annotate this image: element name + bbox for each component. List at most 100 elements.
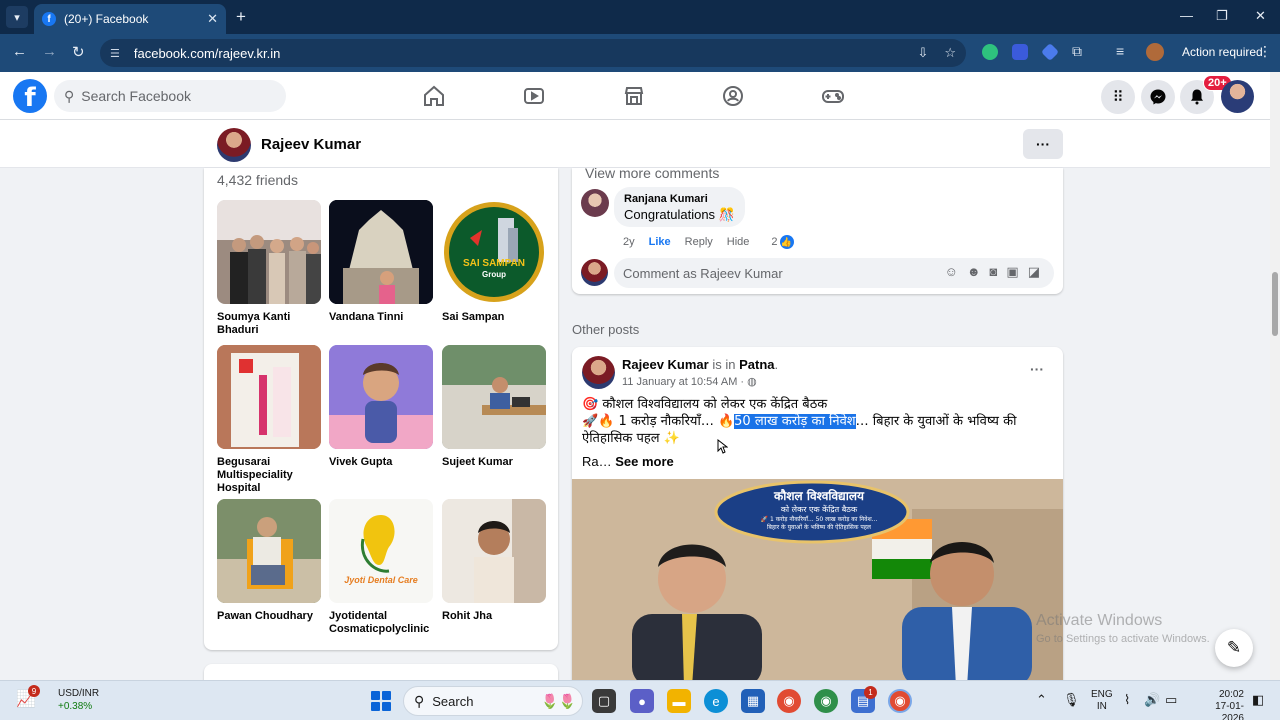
friend-name[interactable]: Sujeet Kumar xyxy=(442,456,546,469)
comment-reply-button[interactable]: Reply xyxy=(685,236,713,248)
new-message-compose-icon[interactable]: ✎ xyxy=(1215,629,1253,667)
profile-name[interactable]: Rajeev Kumar xyxy=(261,136,361,153)
friend-photo[interactable] xyxy=(217,499,321,603)
scrollbar-thumb[interactable] xyxy=(1272,272,1278,336)
friend-photo[interactable] xyxy=(329,345,433,449)
browser-tab-facebook[interactable]: f (20+) Facebook ✕ xyxy=(34,4,226,34)
facebook-search[interactable]: ⚲ xyxy=(54,80,286,112)
friend-tile[interactable]: Sujeet Kumar xyxy=(442,345,546,469)
comment-like-button[interactable]: Like xyxy=(649,236,671,248)
site-info-icon[interactable]: ☰ xyxy=(110,47,120,60)
file-explorer-icon[interactable]: ▬ xyxy=(667,689,691,713)
friend-photo[interactable] xyxy=(217,200,321,304)
volume-icon[interactable]: 🔊 xyxy=(1144,692,1160,708)
windows-start-icon[interactable] xyxy=(371,691,391,711)
comment-author[interactable]: Ranjana Kumari xyxy=(624,193,735,205)
gif-icon[interactable]: ▣ xyxy=(1006,264,1018,280)
friend-tile[interactable]: Rohit Jha xyxy=(442,499,546,623)
post-image[interactable]: कौशल विश्वविद्यालय को लेकर एक केंद्रित ब… xyxy=(572,479,1063,687)
edge-browser-icon[interactable]: e xyxy=(704,689,728,713)
commenter-avatar[interactable] xyxy=(581,189,609,217)
profile-more-button[interactable]: ··· xyxy=(1023,129,1063,159)
facebook-logo-icon[interactable]: f xyxy=(13,79,47,113)
window-close-icon[interactable]: ✕ xyxy=(1255,8,1266,24)
microphone-icon[interactable]: 🎙 xyxy=(1063,692,1080,708)
taskbar-search[interactable]: ⚲ Search 🌷🌷 xyxy=(403,686,583,716)
friend-tile[interactable]: Vivek Gupta xyxy=(329,345,433,469)
facebook-search-input[interactable] xyxy=(81,88,272,104)
show-hidden-icons-chevron-icon[interactable]: ⌃ xyxy=(1036,692,1047,708)
stock-widget[interactable]: 📈 9 USD/INR +0.38% xyxy=(16,685,99,713)
friend-photo[interactable] xyxy=(329,200,433,304)
sticker-icon[interactable]: ◪ xyxy=(1028,264,1040,280)
friend-photo[interactable] xyxy=(442,499,546,603)
extension-chat-icon[interactable] xyxy=(982,44,998,60)
profile-avatar[interactable] xyxy=(217,128,251,162)
marketplace-nav-icon[interactable] xyxy=(622,84,646,108)
friend-tile[interactable]: Begusarai Multispeciality Hospital xyxy=(217,345,321,495)
friend-name[interactable]: Jyotidental Cosmaticpolyclinic xyxy=(329,610,433,636)
friend-name[interactable]: Vivek Gupta xyxy=(329,456,433,469)
friend-name[interactable]: Begusarai Multispeciality Hospital xyxy=(217,456,321,495)
friend-tile[interactable]: Pawan Choudhary xyxy=(217,499,321,623)
emoji-icon[interactable]: ☻ xyxy=(967,264,981,280)
gaming-nav-icon[interactable] xyxy=(821,84,845,108)
friend-tile[interactable]: Jyotidental Cosmaticpolyclinic xyxy=(329,499,433,636)
action-required-button[interactable]: Action required xyxy=(1174,40,1271,64)
comment-reactions[interactable]: 2 👍 xyxy=(771,235,794,249)
active-chrome-icon[interactable]: ◉ xyxy=(888,689,912,713)
post-author[interactable]: Rajeev Kumar xyxy=(622,357,709,372)
bookmark-star-icon[interactable]: ☆ xyxy=(944,45,956,61)
friend-photo[interactable] xyxy=(442,200,546,304)
new-tab-plus-icon[interactable]: + xyxy=(236,8,246,26)
task-view-icon[interactable]: ▢ xyxy=(592,689,616,713)
friend-name[interactable]: Soumya Kanti Bhaduri xyxy=(217,311,321,337)
post-location[interactable]: Patna xyxy=(739,357,774,372)
camera-icon[interactable]: ◙ xyxy=(990,264,998,280)
post-date[interactable]: 11 January at 10:54 AM · xyxy=(622,376,744,388)
comment-age[interactable]: 2y xyxy=(623,236,635,248)
account-avatar[interactable] xyxy=(1221,80,1254,113)
reading-list-icon[interactable]: ≡ xyxy=(1116,43,1124,59)
menu-grid-icon[interactable]: ⠿ xyxy=(1101,80,1135,114)
comment-composer[interactable]: ☺ ☻ ◙ ▣ ◪ xyxy=(614,258,1054,288)
avatar-sticker-icon[interactable]: ☺ xyxy=(945,264,958,280)
video-nav-icon[interactable] xyxy=(522,84,546,108)
friend-name[interactable]: Vandana Tinni xyxy=(329,311,433,324)
groups-nav-icon[interactable] xyxy=(721,84,745,108)
home-nav-icon[interactable] xyxy=(422,84,446,108)
address-bar[interactable]: ☰ facebook.com/rajeev.kr.in ⇩ ☆ xyxy=(100,39,966,67)
tab-close-icon[interactable]: ✕ xyxy=(207,11,218,27)
install-app-icon[interactable]: ⇩ xyxy=(917,45,928,61)
back-arrow-icon[interactable]: ← xyxy=(12,43,27,60)
battery-icon[interactable]: ▭ xyxy=(1165,692,1177,708)
friend-photo[interactable] xyxy=(217,345,321,449)
friend-name[interactable]: Sai Sampan xyxy=(442,311,546,324)
extensions-puzzle-icon[interactable]: ⧉ xyxy=(1072,43,1082,60)
messenger-icon[interactable] xyxy=(1141,80,1175,114)
microsoft-store-icon[interactable]: ▦ xyxy=(741,689,765,713)
system-clock[interactable]: 20:02 17-01-2026 xyxy=(1196,689,1244,720)
chrome-icon[interactable]: ◉ xyxy=(777,689,801,713)
post-options-icon[interactable]: ··· xyxy=(1030,361,1044,377)
friend-name[interactable]: Pawan Choudhary xyxy=(217,610,321,623)
tab-search-menu-button[interactable]: ▾ xyxy=(6,6,28,28)
chrome-profile-icon[interactable]: ◉ xyxy=(814,689,838,713)
comment-hide-button[interactable]: Hide xyxy=(727,236,750,248)
teams-chat-icon[interactable]: ● xyxy=(630,689,654,713)
wifi-icon[interactable]: ⌇ xyxy=(1124,692,1130,708)
browser-menu-icon[interactable]: ⋮ xyxy=(1258,43,1272,60)
view-more-comments-link[interactable]: View more comments xyxy=(585,165,719,181)
post-author-avatar[interactable] xyxy=(582,356,615,389)
browser-profile-avatar[interactable] xyxy=(1146,43,1164,61)
comment-input[interactable] xyxy=(623,265,933,281)
friend-tile[interactable]: Soumya Kanti Bhaduri xyxy=(217,200,321,337)
friend-photo[interactable] xyxy=(329,499,433,603)
notification-center-icon[interactable]: ◧ xyxy=(1252,692,1264,708)
friends-count[interactable]: 4,432 friends xyxy=(217,172,298,188)
friend-name[interactable]: Rohit Jha xyxy=(442,610,546,623)
friend-tile[interactable]: Vandana Tinni xyxy=(329,200,433,324)
reload-icon[interactable]: ↻ xyxy=(72,43,85,61)
friend-photo[interactable] xyxy=(442,345,546,449)
language-indicator[interactable]: ENG IN xyxy=(1091,689,1113,713)
